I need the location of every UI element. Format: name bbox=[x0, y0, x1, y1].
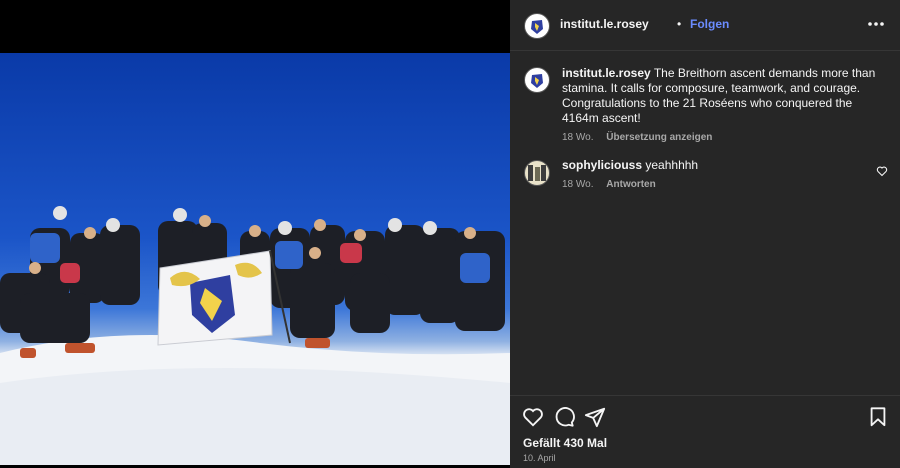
post-date[interactable]: 10. April bbox=[523, 453, 556, 463]
post-photo[interactable] bbox=[0, 53, 510, 465]
follow-button[interactable]: Folgen bbox=[690, 17, 729, 31]
comment-icon[interactable] bbox=[553, 406, 575, 428]
account-avatar[interactable] bbox=[524, 13, 550, 39]
reply-button[interactable]: Antworten bbox=[606, 179, 655, 190]
bookmark-icon[interactable] bbox=[867, 406, 889, 428]
comment-text: yeahhhhh bbox=[645, 158, 699, 172]
header-username[interactable]: institut.le.rosey bbox=[560, 17, 649, 31]
comment-meta: 18 Wo. Antworten bbox=[562, 177, 862, 192]
post-header: institut.le.rosey • Folgen bbox=[510, 0, 900, 51]
caption-username[interactable]: institut.le.rosey bbox=[562, 66, 651, 80]
post-media[interactable] bbox=[0, 0, 510, 468]
comment-username[interactable]: sophyliciouss bbox=[562, 158, 642, 172]
heart-icon[interactable] bbox=[522, 406, 544, 428]
comment-time[interactable]: 18 Wo. bbox=[562, 179, 594, 190]
caption-avatar[interactable] bbox=[524, 67, 550, 93]
comment-like-icon[interactable] bbox=[876, 164, 888, 177]
comment-item: sophyliciouss yeahhhhh 18 Wo. Antworten bbox=[562, 158, 862, 192]
summit-group-photo bbox=[0, 206, 510, 465]
post-caption: institut.le.rosey The Breithorn ascent d… bbox=[562, 66, 882, 145]
post-detail-panel: institut.le.rosey • Folgen institut.le.r… bbox=[510, 0, 900, 468]
header-separator: • bbox=[677, 17, 682, 31]
caption-time[interactable]: 18 Wo. bbox=[562, 132, 594, 143]
caption-meta: 18 Wo. Übersetzung anzeigen bbox=[562, 130, 882, 145]
share-icon[interactable] bbox=[584, 406, 606, 428]
action-bar bbox=[510, 395, 900, 436]
comment-avatar[interactable] bbox=[524, 160, 550, 186]
likes-count[interactable]: Gefällt 430 Mal bbox=[523, 436, 607, 450]
more-options-icon[interactable] bbox=[866, 14, 886, 34]
crest-icon bbox=[531, 74, 543, 88]
translate-link[interactable]: Übersetzung anzeigen bbox=[606, 132, 712, 143]
profile-picture-icon bbox=[528, 165, 546, 181]
crest-icon bbox=[531, 20, 543, 34]
